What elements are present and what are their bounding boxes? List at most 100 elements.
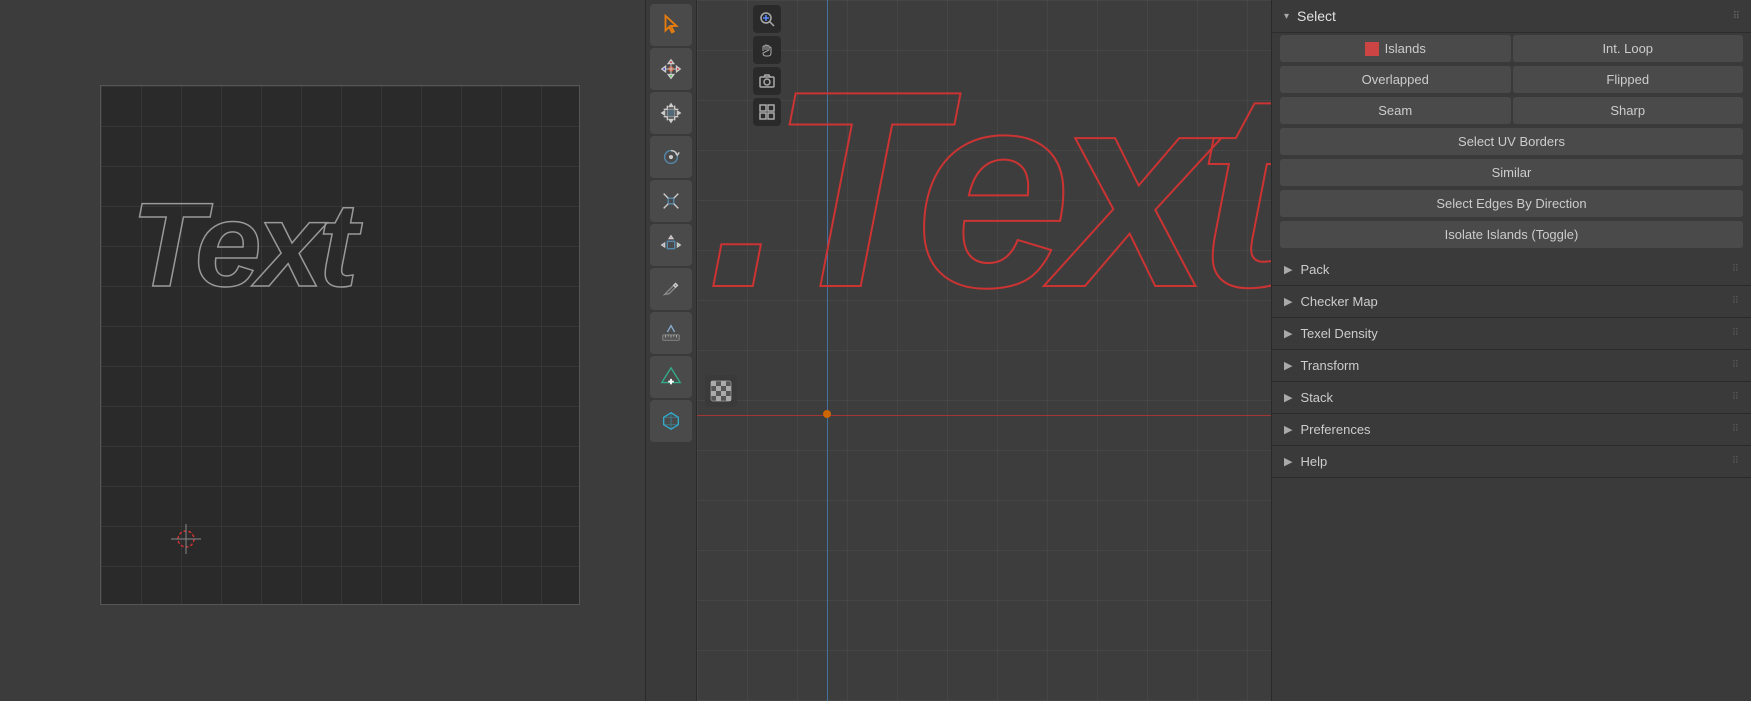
stack-arrow-icon: ▶ (1284, 391, 1292, 404)
rotate-icon (660, 146, 682, 168)
annotate-tool-btn[interactable] (650, 268, 692, 310)
preferences-arrow-icon: ▶ (1284, 423, 1292, 436)
camera-btn[interactable] (753, 67, 781, 95)
cube-tool-btn[interactable] (650, 400, 692, 442)
seam-btn[interactable]: Seam (1280, 97, 1511, 124)
uv-editor: .Text (697, 0, 1271, 701)
islands-intloop-row: Islands Int. Loop (1272, 33, 1751, 64)
checker-map-dots: ⠿ (1732, 296, 1739, 307)
uv-horizontal-guide (697, 415, 1271, 416)
sharp-btn[interactable]: Sharp (1513, 97, 1744, 124)
select-section-dots: ⠿ (1733, 11, 1739, 22)
pack-dots: ⠿ (1732, 264, 1739, 275)
stack-dots: ⠿ (1732, 392, 1739, 403)
flipped-btn[interactable]: Flipped (1513, 66, 1744, 93)
transform-tool-btn[interactable] (650, 224, 692, 266)
similar-btn[interactable]: Similar (1280, 159, 1743, 186)
help-dots: ⠿ (1732, 456, 1739, 467)
crosshair-icon (171, 524, 201, 554)
uv-grid (697, 0, 1271, 701)
texel-density-section: ▶ Texel Density ⠿ (1272, 318, 1751, 350)
isolate-islands-btn[interactable]: Isolate Islands (Toggle) (1280, 221, 1743, 248)
cursor-icon (660, 14, 682, 36)
measure-icon (660, 322, 682, 344)
hand-icon (758, 41, 776, 59)
scale-icon (660, 190, 682, 212)
pan-tool-btn[interactable] (650, 92, 692, 134)
left-toolbar (645, 0, 697, 701)
select-edges-by-direction-btn[interactable]: Select Edges By Direction (1280, 190, 1743, 217)
texel-density-dots: ⠿ (1732, 328, 1739, 339)
preferences-section-header[interactable]: ▶ Preferences ⠿ (1272, 414, 1751, 445)
preferences-title: Preferences (1300, 422, 1731, 437)
select-section-title: Select (1297, 8, 1733, 24)
move-tool-btn[interactable] (650, 48, 692, 90)
left-3d-viewport: Text (0, 0, 645, 701)
overlapped-flipped-row: Overlapped Flipped (1272, 64, 1751, 95)
transform-title: Transform (1300, 358, 1731, 373)
camera-icon (758, 72, 776, 90)
pack-section-header[interactable]: ▶ Pack ⠿ (1272, 254, 1751, 285)
preferences-section: ▶ Preferences ⠿ (1272, 414, 1751, 446)
int-loop-btn[interactable]: Int. Loop (1513, 35, 1744, 62)
checker-map-section-header[interactable]: ▶ Checker Map ⠿ (1272, 286, 1751, 317)
overlapped-label: Overlapped (1362, 72, 1429, 87)
hand-pan-btn[interactable] (753, 36, 781, 64)
stack-section-header[interactable]: ▶ Stack ⠿ (1272, 382, 1751, 413)
select-arrow-icon: ▾ (1284, 11, 1289, 22)
uv-origin-dot (823, 410, 831, 418)
overlapped-btn[interactable]: Overlapped (1280, 66, 1511, 93)
edges-direction-row: Select Edges By Direction (1272, 188, 1751, 219)
right-panel: ▾ Select ⠿ Islands Int. Loop Overlapped … (1271, 0, 1751, 701)
viewport-canvas: Text (100, 85, 580, 605)
flipped-label: Flipped (1606, 72, 1649, 87)
help-section: ▶ Help ⠿ (1272, 446, 1751, 478)
cursor-tool-btn[interactable] (650, 4, 692, 46)
texel-density-section-header[interactable]: ▶ Texel Density ⠿ (1272, 318, 1751, 349)
transform-section: ▶ Transform ⠿ (1272, 350, 1751, 382)
stack-title: Stack (1300, 390, 1731, 405)
islands-btn[interactable]: Islands (1280, 35, 1511, 62)
move-icon (660, 58, 682, 80)
transform-section-header[interactable]: ▶ Transform ⠿ (1272, 350, 1751, 381)
sharp-label: Sharp (1610, 103, 1645, 118)
islands-label: Islands (1385, 41, 1426, 56)
select-uv-borders-btn[interactable]: Select UV Borders (1280, 128, 1743, 155)
transform-dots: ⠿ (1732, 360, 1739, 371)
checker-map-title: Checker Map (1300, 294, 1731, 309)
pack-title: Pack (1300, 262, 1731, 277)
checker-map-arrow-icon: ▶ (1284, 295, 1292, 308)
zoom-icon (758, 10, 776, 28)
uv-borders-row: Select UV Borders (1272, 126, 1751, 157)
texel-density-arrow-icon: ▶ (1284, 327, 1292, 340)
add-mesh-icon (660, 366, 682, 388)
grid-btn[interactable] (753, 98, 781, 126)
add-mesh-tool-btn[interactable] (650, 356, 692, 398)
checker-map-section: ▶ Checker Map ⠿ (1272, 286, 1751, 318)
transform-icon (660, 234, 682, 256)
help-title: Help (1300, 454, 1731, 469)
seam-label: Seam (1378, 103, 1412, 118)
seam-sharp-row: Seam Sharp (1272, 95, 1751, 126)
select-section-header[interactable]: ▾ Select ⠿ (1272, 0, 1751, 33)
transform-arrow-icon: ▶ (1284, 359, 1292, 372)
checker-icon (710, 380, 732, 402)
viewport-text-display: Text (131, 176, 353, 314)
measure-tool-btn[interactable] (650, 312, 692, 354)
annotate-icon (660, 278, 682, 300)
isolate-islands-row: Isolate Islands (Toggle) (1272, 219, 1751, 250)
uv-vertical-guide (827, 0, 828, 701)
similar-row: Similar (1272, 157, 1751, 188)
help-section-header[interactable]: ▶ Help ⠿ (1272, 446, 1751, 477)
texel-density-title: Texel Density (1300, 326, 1731, 341)
scale-tool-btn[interactable] (650, 180, 692, 222)
help-arrow-icon: ▶ (1284, 455, 1292, 468)
pack-arrow-icon: ▶ (1284, 263, 1292, 276)
rotate-tool-btn[interactable] (650, 136, 692, 178)
cube-icon (660, 410, 682, 432)
zoom-btn[interactable] (753, 5, 781, 33)
uv-header-icons (753, 5, 781, 126)
grid-icon (758, 103, 776, 121)
checker-toggle-btn[interactable] (705, 375, 737, 407)
pack-section: ▶ Pack ⠿ (1272, 254, 1751, 286)
